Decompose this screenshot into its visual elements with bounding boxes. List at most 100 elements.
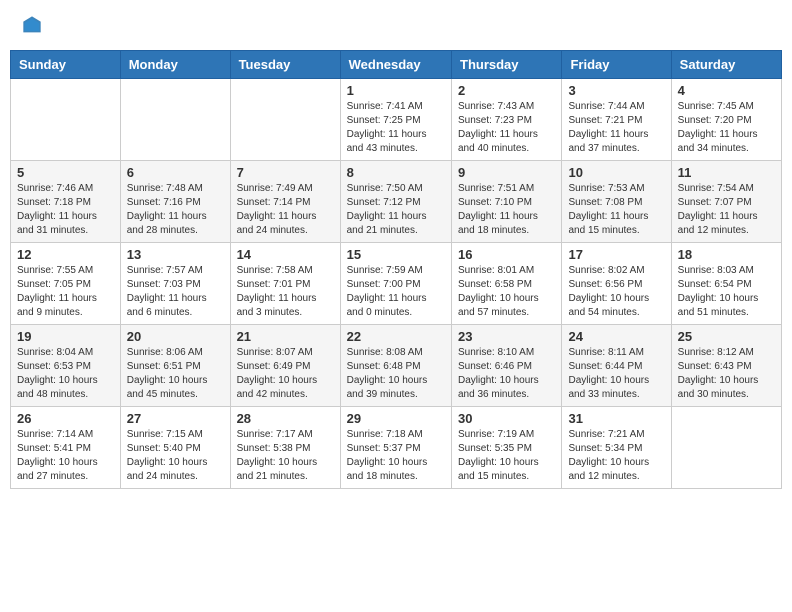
day-number: 27 <box>127 411 224 426</box>
calendar-cell: 20 Sunrise: 8:06 AMSunset: 6:51 PMDayligh… <box>120 325 230 407</box>
calendar-cell: 21Sunrise: 8:07 AMSunset: 6:49 PMDayligh… <box>230 325 340 407</box>
day-number: 29 <box>347 411 445 426</box>
calendar-cell: 29Sunrise: 7:18 AMSunset: 5:37 PMDayligh… <box>340 407 451 489</box>
weekday-header-tuesday: Tuesday <box>230 51 340 79</box>
day-info: Sunrise: 7:58 AMSunset: 7:01 PMDaylight:… <box>237 264 334 320</box>
day-info: Sunrise: 8:11 AMSunset: 6:44 PMDaylight:… <box>568 346 664 402</box>
day-number: 2 <box>458 83 555 98</box>
day-info: Sunrise: 7:49 AMSunset: 7:14 PMDaylight:… <box>237 182 334 238</box>
calendar-cell <box>230 79 340 161</box>
day-info: Sunrise: 8:02 AMSunset: 6:56 PMDaylight:… <box>568 264 664 320</box>
calendar-week-4: 19Sunrise: 8:04 AMSunset: 6:53 PMDayligh… <box>11 325 782 407</box>
day-info: Sunrise: 7:45 AMSunset: 7:20 PMDaylight:… <box>678 100 775 156</box>
weekday-header-monday: Monday <box>120 51 230 79</box>
day-number: 17 <box>568 247 664 262</box>
day-number: 12 <box>17 247 114 262</box>
calendar-cell: 11Sunrise: 7:54 AMSunset: 7:07 PMDayligh… <box>671 161 781 243</box>
calendar-cell: 6 Sunrise: 7:48 AMSunset: 7:16 PMDaylight… <box>120 161 230 243</box>
calendar-cell: 5 Sunrise: 7:46 AMSunset: 7:18 PMDaylight… <box>11 161 121 243</box>
day-info: Sunrise: 7:21 AMSunset: 5:34 PMDaylight:… <box>568 428 664 484</box>
day-info: Sunrise: 7:59 AMSunset: 7:00 PMDaylight:… <box>347 264 445 320</box>
day-number: 1 <box>347 83 445 98</box>
day-info: Sunrise: 8:08 AMSunset: 6:48 PMDaylight:… <box>347 346 445 402</box>
logo-icon <box>22 15 42 35</box>
calendar-cell: 4 Sunrise: 7:45 AMSunset: 7:20 PMDaylight… <box>671 79 781 161</box>
day-info: Sunrise: 7:19 AMSunset: 5:35 PMDaylight:… <box>458 428 555 484</box>
day-number: 18 <box>678 247 775 262</box>
day-number: 14 <box>237 247 334 262</box>
calendar-cell: 28Sunrise: 7:17 AMSunset: 5:38 PMDayligh… <box>230 407 340 489</box>
calendar-cell: 8Sunrise: 7:50 AMSunset: 7:12 PMDaylight… <box>340 161 451 243</box>
day-info: Sunrise: 7:43 AMSunset: 7:23 PMDaylight:… <box>458 100 555 156</box>
day-info: Sunrise: 8:03 AMSunset: 6:54 PMDaylight:… <box>678 264 775 320</box>
calendar-cell: 7 Sunrise: 7:49 AMSunset: 7:14 PMDaylight… <box>230 161 340 243</box>
day-info: Sunrise: 7:51 AMSunset: 7:10 PMDaylight:… <box>458 182 555 238</box>
calendar-cell: 23 Sunrise: 8:10 AMSunset: 6:46 PMDayligh… <box>452 325 562 407</box>
day-info: Sunrise: 7:54 AMSunset: 7:07 PMDaylight:… <box>678 182 775 238</box>
day-info: Sunrise: 8:12 AMSunset: 6:43 PMDaylight:… <box>678 346 775 402</box>
day-info: Sunrise: 7:41 AMSunset: 7:25 PMDaylight:… <box>347 100 445 156</box>
calendar-week-3: 12 Sunrise: 7:55 AMSunset: 7:05 PMDayligh… <box>11 243 782 325</box>
day-number: 30 <box>458 411 555 426</box>
calendar-cell: 22 Sunrise: 8:08 AMSunset: 6:48 PMDayligh… <box>340 325 451 407</box>
calendar-cell: 12 Sunrise: 7:55 AMSunset: 7:05 PMDayligh… <box>11 243 121 325</box>
day-info: Sunrise: 7:57 AMSunset: 7:03 PMDaylight:… <box>127 264 224 320</box>
day-info: Sunrise: 8:01 AMSunset: 6:58 PMDaylight:… <box>458 264 555 320</box>
day-number: 15 <box>347 247 445 262</box>
day-number: 7 <box>237 165 334 180</box>
day-info: Sunrise: 7:46 AMSunset: 7:18 PMDaylight:… <box>17 182 114 238</box>
logo <box>20 15 44 35</box>
calendar-cell: 19Sunrise: 8:04 AMSunset: 6:53 PMDayligh… <box>11 325 121 407</box>
day-number: 22 <box>347 329 445 344</box>
calendar-week-2: 5 Sunrise: 7:46 AMSunset: 7:18 PMDaylight… <box>11 161 782 243</box>
calendar-cell: 9Sunrise: 7:51 AMSunset: 7:10 PMDaylight… <box>452 161 562 243</box>
weekday-header-saturday: Saturday <box>671 51 781 79</box>
calendar-cell: 24 Sunrise: 8:11 AMSunset: 6:44 PMDayligh… <box>562 325 671 407</box>
day-number: 31 <box>568 411 664 426</box>
day-number: 10 <box>568 165 664 180</box>
day-info: Sunrise: 8:06 AMSunset: 6:51 PMDaylight:… <box>127 346 224 402</box>
day-info: Sunrise: 7:48 AMSunset: 7:16 PMDaylight:… <box>127 182 224 238</box>
calendar-week-1: 1 Sunrise: 7:41 AMSunset: 7:25 PMDaylight… <box>11 79 782 161</box>
calendar-cell <box>11 79 121 161</box>
day-number: 19 <box>17 329 114 344</box>
calendar-table: SundayMondayTuesdayWednesdayThursdayFrid… <box>10 50 782 489</box>
calendar-cell: 15 Sunrise: 7:59 AMSunset: 7:00 PMDayligh… <box>340 243 451 325</box>
weekday-header-wednesday: Wednesday <box>340 51 451 79</box>
day-info: Sunrise: 7:17 AMSunset: 5:38 PMDaylight:… <box>237 428 334 484</box>
day-number: 24 <box>568 329 664 344</box>
weekday-header-sunday: Sunday <box>11 51 121 79</box>
calendar-cell: 13 Sunrise: 7:57 AMSunset: 7:03 PMDayligh… <box>120 243 230 325</box>
day-info: Sunrise: 8:10 AMSunset: 6:46 PMDaylight:… <box>458 346 555 402</box>
day-info: Sunrise: 7:50 AMSunset: 7:12 PMDaylight:… <box>347 182 445 238</box>
weekday-header-thursday: Thursday <box>452 51 562 79</box>
calendar-cell: 16 Sunrise: 8:01 AMSunset: 6:58 PMDayligh… <box>452 243 562 325</box>
day-info: Sunrise: 7:14 AMSunset: 5:41 PMDaylight:… <box>17 428 114 484</box>
page-header <box>10 10 782 40</box>
calendar-cell: 10 Sunrise: 7:53 AMSunset: 7:08 PMDayligh… <box>562 161 671 243</box>
day-number: 16 <box>458 247 555 262</box>
day-number: 23 <box>458 329 555 344</box>
day-number: 3 <box>568 83 664 98</box>
calendar-cell: 31 Sunrise: 7:21 AMSunset: 5:34 PMDayligh… <box>562 407 671 489</box>
calendar-cell: 25Sunrise: 8:12 AMSunset: 6:43 PMDayligh… <box>671 325 781 407</box>
day-info: Sunrise: 7:15 AMSunset: 5:40 PMDaylight:… <box>127 428 224 484</box>
calendar-week-5: 26 Sunrise: 7:14 AMSunset: 5:41 PMDayligh… <box>11 407 782 489</box>
day-number: 6 <box>127 165 224 180</box>
day-number: 5 <box>17 165 114 180</box>
day-info: Sunrise: 7:55 AMSunset: 7:05 PMDaylight:… <box>17 264 114 320</box>
day-number: 20 <box>127 329 224 344</box>
day-number: 21 <box>237 329 334 344</box>
calendar-cell: 18 Sunrise: 8:03 AMSunset: 6:54 PMDayligh… <box>671 243 781 325</box>
calendar-cell: 26 Sunrise: 7:14 AMSunset: 5:41 PMDayligh… <box>11 407 121 489</box>
day-number: 4 <box>678 83 775 98</box>
calendar-header-row: SundayMondayTuesdayWednesdayThursdayFrid… <box>11 51 782 79</box>
calendar-cell: 14 Sunrise: 7:58 AMSunset: 7:01 PMDayligh… <box>230 243 340 325</box>
calendar-cell <box>120 79 230 161</box>
day-info: Sunrise: 7:53 AMSunset: 7:08 PMDaylight:… <box>568 182 664 238</box>
day-number: 13 <box>127 247 224 262</box>
weekday-header-friday: Friday <box>562 51 671 79</box>
calendar-cell: 2 Sunrise: 7:43 AMSunset: 7:23 PMDaylight… <box>452 79 562 161</box>
day-number: 26 <box>17 411 114 426</box>
calendar-cell: 30 Sunrise: 7:19 AMSunset: 5:35 PMDayligh… <box>452 407 562 489</box>
